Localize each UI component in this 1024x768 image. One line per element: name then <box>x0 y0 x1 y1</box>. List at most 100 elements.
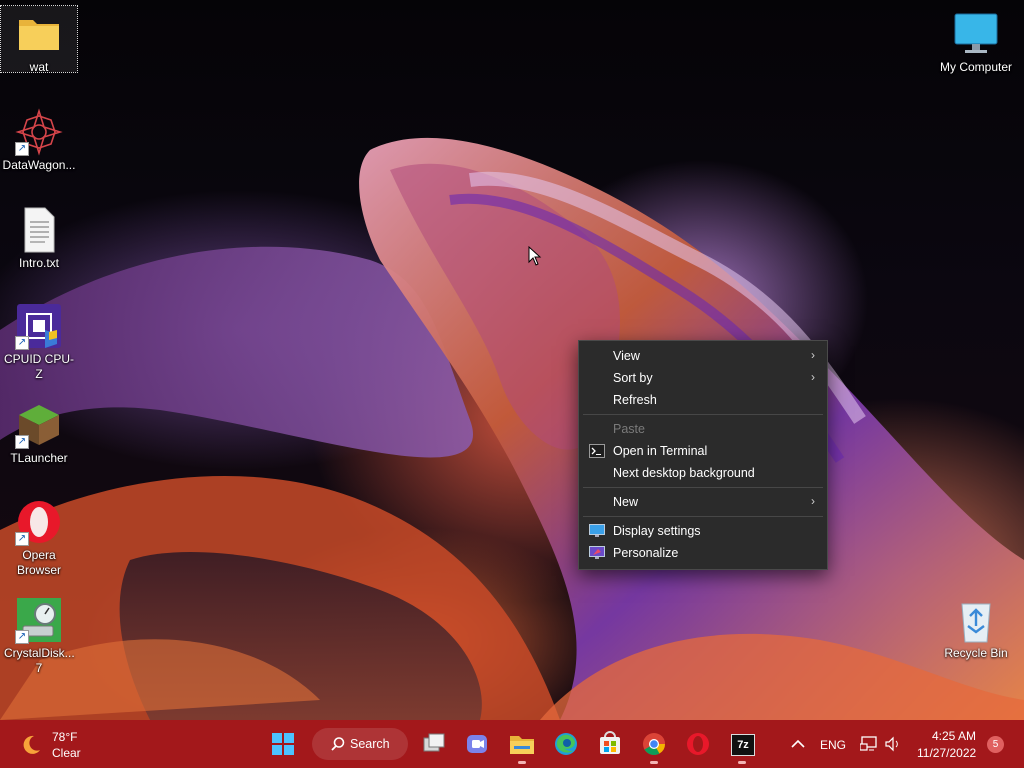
system-tray-quick-settings[interactable] <box>858 732 906 756</box>
edge-button[interactable] <box>550 728 582 760</box>
desktop-icon-my-computer[interactable]: My Computer <box>937 6 1015 75</box>
crystaldisk-icon: ↗ <box>15 596 63 644</box>
cpuz-icon: ↗ <box>15 302 63 350</box>
menu-item-label: Paste <box>613 422 645 436</box>
file-explorer-icon <box>510 736 534 754</box>
running-indicator <box>738 761 746 764</box>
display-icon <box>589 524 605 538</box>
terminal-icon <box>589 444 605 458</box>
weather-condition: Clear <box>52 746 81 760</box>
desktop-icon-wat[interactable]: wat <box>0 5 78 74</box>
menu-item-label: Display settings <box>613 524 701 538</box>
desktop-icon-label: Intro.txt <box>18 256 59 270</box>
show-hidden-icons-button[interactable] <box>782 728 814 760</box>
chevron-right-icon: › <box>811 348 815 362</box>
network-icon <box>860 736 877 751</box>
teams-chat-button[interactable] <box>461 728 493 760</box>
menu-item-label: Next desktop background <box>613 466 755 480</box>
menu-item-label: View <box>613 349 640 363</box>
menu-item-label: Sort by <box>613 371 653 385</box>
desktop-icon-label: CrystalDisk... 7 <box>4 646 75 675</box>
opera-icon <box>687 733 709 755</box>
menu-item-personalize[interactable]: Personalize <box>579 542 827 564</box>
shortcut-arrow-icon: ↗ <box>15 435 29 449</box>
desktop-icon-tlauncher[interactable]: ↗ TLauncher <box>1 397 77 466</box>
mouse-cursor-icon <box>528 246 542 266</box>
store-button[interactable] <box>594 728 626 760</box>
edge-icon <box>555 733 577 755</box>
desktop-wallpaper[interactable]: wat ↗ DataWagon... Intro.txt ↗ CPUID CPU… <box>0 0 1024 720</box>
task-view-button[interactable] <box>418 728 450 760</box>
menu-item-new[interactable]: New › <box>579 491 827 513</box>
desktop-icon-label: Recycle Bin <box>944 646 1008 660</box>
desktop-icon-label: CPUID CPU-Z <box>3 352 74 381</box>
desktop-icon-opera[interactable]: ↗ Opera Browser <box>1 494 77 578</box>
menu-item-label: Refresh <box>613 393 657 407</box>
desktop-icon-label: TLauncher <box>10 451 68 465</box>
clock-time[interactable]: 4:25 AM <box>932 729 976 743</box>
weather-widget[interactable]: 78°F Clear <box>14 720 94 768</box>
opera-taskbar-button[interactable] <box>682 728 714 760</box>
menu-item-next-desktop-background[interactable]: Next desktop background <box>579 462 827 484</box>
tlauncher-icon: ↗ <box>15 401 63 449</box>
7zip-icon: 7z <box>731 734 755 756</box>
menu-item-label: New <box>613 495 639 509</box>
desktop-icon-crystaldisk[interactable]: ↗ CrystalDisk... 7 <box>1 592 77 676</box>
desktop-icon-label: wat <box>29 60 49 74</box>
menu-separator <box>583 414 823 415</box>
windows-logo-icon <box>272 733 294 755</box>
shortcut-arrow-icon: ↗ <box>15 532 29 546</box>
chevron-right-icon: › <box>811 494 815 508</box>
desktop-icon-datawagon[interactable]: ↗ DataWagon... <box>1 104 77 173</box>
search-button[interactable]: Search <box>312 728 408 760</box>
teams-chat-icon <box>467 735 487 753</box>
volume-icon <box>885 736 898 752</box>
weather-temp: 78°F <box>52 730 78 744</box>
language-indicator[interactable]: ENG <box>820 738 846 752</box>
menu-item-sort-by[interactable]: Sort by › <box>579 367 827 389</box>
menu-item-refresh[interactable]: Refresh <box>579 389 827 411</box>
shortcut-arrow-icon: ↗ <box>15 630 29 644</box>
clock-date[interactable]: 11/27/2022 <box>917 746 976 760</box>
text-file-icon <box>15 206 63 254</box>
file-explorer-button[interactable] <box>506 728 538 764</box>
running-indicator <box>518 761 526 764</box>
desktop-context-menu: View › Sort by › Refresh Paste Open in T… <box>578 340 828 570</box>
store-icon <box>600 731 620 754</box>
menu-separator <box>583 516 823 517</box>
menu-item-open-in-terminal[interactable]: Open in Terminal <box>579 440 827 462</box>
menu-item-display-settings[interactable]: Display settings <box>579 520 827 542</box>
chevron-up-icon <box>791 739 805 748</box>
menu-item-view[interactable]: View › <box>579 345 827 367</box>
desktop-icon-label: Opera Browser <box>16 548 61 577</box>
moon-icon <box>23 735 40 754</box>
chrome-icon <box>643 733 665 755</box>
running-indicator <box>650 761 658 764</box>
search-label: Search <box>350 737 390 751</box>
menu-separator <box>583 487 823 488</box>
opera-icon: ↗ <box>15 498 63 546</box>
7zip-button[interactable]: 7z <box>726 728 758 764</box>
desktop-icon-intro-txt[interactable]: Intro.txt <box>1 202 77 271</box>
task-view-icon <box>423 733 445 752</box>
chrome-button[interactable] <box>638 728 670 764</box>
wallpaper-swirl <box>0 137 1024 720</box>
search-icon <box>331 737 345 751</box>
taskbar: 78°F Clear Search 7z ENG 4:25 AM 11/27/2… <box>0 720 1024 768</box>
desktop-icon-label: My Computer <box>939 60 1013 74</box>
desktop-icon-recycle-bin[interactable]: Recycle Bin <box>937 592 1015 661</box>
notification-badge[interactable]: 5 <box>987 736 1004 753</box>
monitor-icon <box>952 10 1000 58</box>
shortcut-arrow-icon: ↗ <box>15 336 29 350</box>
start-button[interactable] <box>267 728 299 760</box>
datawagon-icon: ↗ <box>15 108 63 156</box>
desktop-icon-label: DataWagon... <box>2 158 76 172</box>
menu-item-label: Open in Terminal <box>613 444 708 458</box>
menu-item-label: Personalize <box>613 546 679 560</box>
chevron-right-icon: › <box>811 370 815 384</box>
folder-icon <box>15 10 63 58</box>
personalize-icon <box>589 546 605 560</box>
desktop-icon-cpuz[interactable]: ↗ CPUID CPU-Z <box>1 298 77 382</box>
shortcut-arrow-icon: ↗ <box>15 142 29 156</box>
menu-item-paste: Paste <box>579 418 827 440</box>
